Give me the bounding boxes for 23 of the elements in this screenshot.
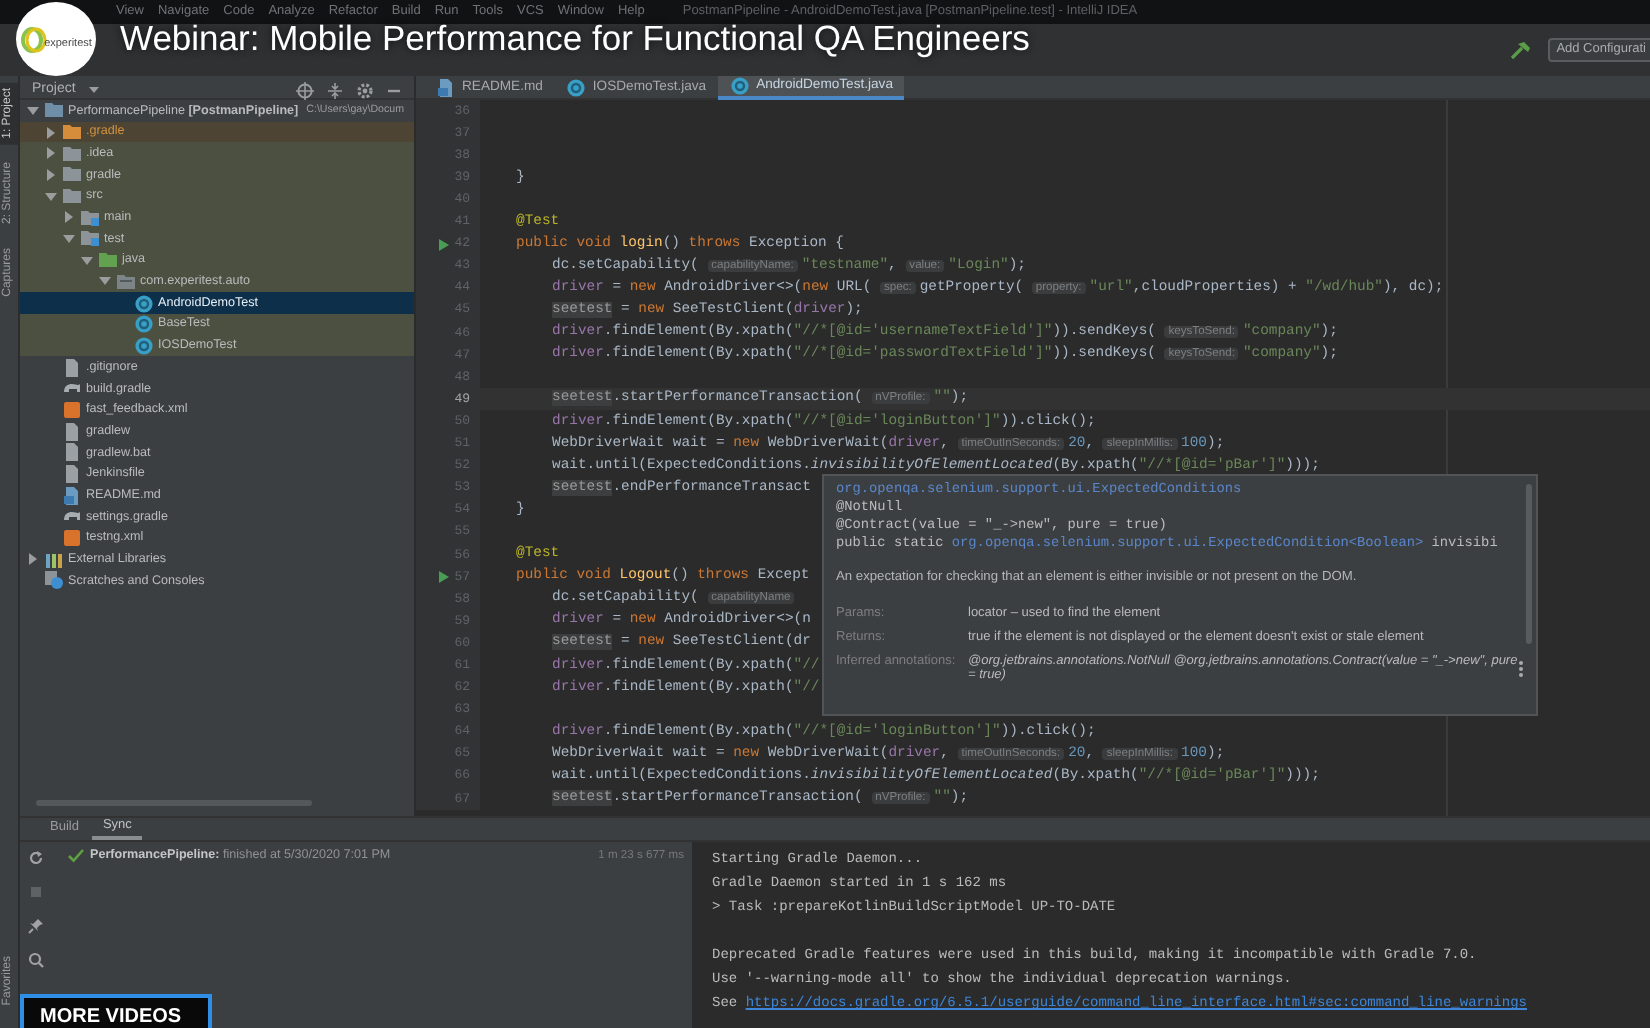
caret-icon[interactable]	[44, 125, 58, 140]
search-icon[interactable]	[28, 952, 44, 968]
hammer-icon[interactable]	[1508, 40, 1533, 60]
more-icon[interactable]	[1518, 660, 1524, 678]
refresh-icon[interactable]	[28, 850, 44, 866]
caret-icon[interactable]	[26, 103, 40, 118]
video-title[interactable]: Webinar: Mobile Performance for Functional QA Engineers	[120, 18, 1030, 60]
target-icon[interactable]	[296, 81, 314, 99]
caret-icon[interactable]	[80, 253, 94, 268]
caret-icon[interactable]	[62, 231, 76, 246]
caret-icon[interactable]	[44, 167, 58, 182]
gear-icon[interactable]	[356, 81, 374, 99]
caret-icon[interactable]	[98, 274, 112, 289]
caret-icon[interactable]	[44, 189, 58, 204]
caret-icon[interactable]	[26, 552, 40, 567]
pin-icon[interactable]	[28, 918, 44, 934]
caret-icon[interactable]	[87, 84, 100, 96]
run-icon[interactable]	[438, 570, 451, 585]
run-icon[interactable]	[438, 237, 451, 252]
caret-icon[interactable]	[62, 210, 76, 225]
more-videos-button[interactable]: MORE VIDEOS	[20, 994, 212, 1028]
collapse-all-icon[interactable]	[326, 81, 344, 99]
caret-icon[interactable]	[44, 146, 58, 161]
